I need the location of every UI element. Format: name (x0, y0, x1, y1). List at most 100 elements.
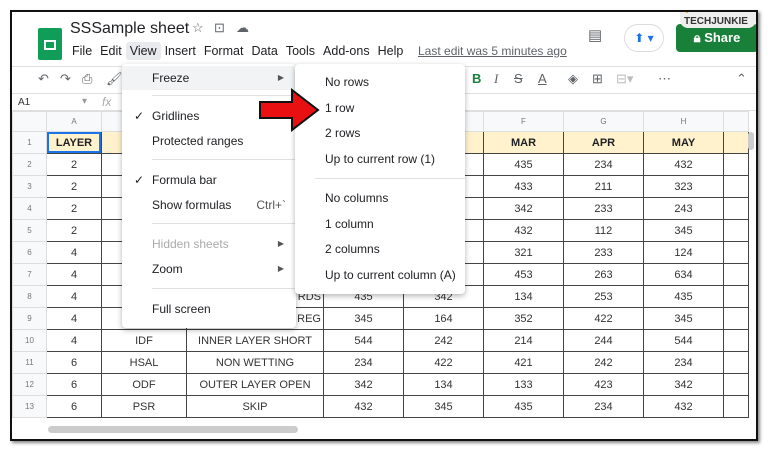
fill-color-icon[interactable]: ◈ (568, 71, 578, 87)
name-box-dropdown-icon[interactable]: ▾ (82, 96, 87, 107)
last-edit-link[interactable]: Last edit was 5 minutes ago (418, 44, 567, 58)
cell[interactable]: ODF (101, 373, 187, 396)
cell[interactable]: 214 (483, 329, 564, 352)
cell[interactable]: 432 (643, 395, 724, 418)
cell[interactable]: INNER LAYER SHORT (186, 329, 324, 352)
cell[interactable]: 433 (483, 175, 564, 198)
freeze-no-columns[interactable]: No columns (295, 186, 465, 210)
bold-icon[interactable]: B (472, 71, 481, 86)
borders-icon[interactable]: ⊞ (592, 71, 603, 87)
present-button[interactable]: ⬆ ▾ (624, 24, 664, 52)
cell[interactable]: 432 (643, 153, 724, 176)
horizontal-scrollbar[interactable] (48, 426, 298, 433)
row-header[interactable]: 1 (12, 131, 47, 154)
freeze-up-to-current-row[interactable]: Up to current row (1) (295, 147, 465, 171)
cell[interactable]: 634 (643, 263, 724, 286)
cell[interactable]: 6 (46, 395, 102, 418)
cell[interactable]: 4 (46, 307, 102, 330)
name-box[interactable]: A1 (18, 97, 30, 108)
cell[interactable]: 6 (46, 351, 102, 374)
vertical-scrollbar[interactable] (748, 132, 754, 150)
cell[interactable]: 234 (643, 351, 724, 374)
cell[interactable] (723, 285, 749, 308)
cell[interactable]: 242 (563, 351, 644, 374)
menu-format[interactable]: Format (200, 42, 248, 60)
sheets-logo-icon[interactable] (38, 28, 62, 60)
menu-item-formula-bar[interactable]: ✓ Formula bar (122, 168, 296, 192)
cell[interactable]: 164 (403, 307, 484, 330)
move-folder-icon[interactable]: ⊡ (214, 20, 225, 36)
row-header[interactable]: 4 (12, 197, 47, 220)
cell[interactable] (723, 197, 749, 220)
row-header[interactable]: 9 (12, 307, 47, 330)
star-icon[interactable]: ☆ (192, 20, 204, 36)
menu-view[interactable]: View (125, 42, 161, 60)
menu-item-zoom[interactable]: Zoom ▶ (122, 257, 296, 281)
cell[interactable]: 211 (563, 175, 644, 198)
cell[interactable]: APR (563, 131, 644, 154)
col-header[interactable]: G (563, 111, 644, 132)
row-header[interactable]: 13 (12, 395, 47, 418)
cell[interactable] (723, 219, 749, 242)
row-header[interactable]: 11 (12, 351, 47, 374)
cell[interactable]: 242 (403, 329, 484, 352)
cell[interactable]: IDF (101, 329, 187, 352)
cell[interactable] (723, 329, 749, 352)
redo-icon[interactable]: ↷ (60, 71, 71, 87)
cell[interactable]: 422 (403, 351, 484, 374)
cell[interactable]: 544 (643, 329, 724, 352)
cell[interactable]: 2 (46, 175, 102, 198)
menu-addons[interactable]: Add-ons (319, 42, 374, 60)
cell[interactable]: 435 (643, 285, 724, 308)
cell[interactable]: 234 (563, 395, 644, 418)
cell[interactable]: 342 (643, 373, 724, 396)
freeze-up-to-current-column[interactable]: Up to current column (A) (295, 263, 465, 287)
cell[interactable]: PSR (101, 395, 187, 418)
text-color-icon[interactable]: A (538, 71, 547, 86)
cell[interactable]: 263 (563, 263, 644, 286)
more-icon[interactable]: ⋯ (658, 71, 671, 87)
cell[interactable]: OUTER LAYER OPEN (186, 373, 324, 396)
row-header[interactable]: 6 (12, 241, 47, 264)
cell[interactable]: MAY (643, 131, 724, 154)
cell[interactable]: 4 (46, 329, 102, 352)
cell[interactable]: 124 (643, 241, 724, 264)
share-button[interactable]: 🔒︎ Share (676, 24, 756, 52)
menu-insert[interactable]: Insert (161, 42, 200, 60)
cell[interactable]: 233 (563, 241, 644, 264)
cell[interactable]: 345 (323, 307, 404, 330)
cell[interactable]: SKIP (186, 395, 324, 418)
cell[interactable]: 234 (323, 351, 404, 374)
cell[interactable]: 4 (46, 241, 102, 264)
cell[interactable]: 342 (323, 373, 404, 396)
cell[interactable]: 345 (643, 219, 724, 242)
cell[interactable]: 421 (483, 351, 564, 374)
comment-history-icon[interactable]: ▤ (588, 26, 602, 44)
menu-item-protected-ranges[interactable]: Protected ranges (122, 129, 296, 153)
cell[interactable]: 2 (46, 219, 102, 242)
italic-icon[interactable]: I (494, 71, 498, 87)
menu-item-full-screen[interactable]: Full screen (122, 297, 296, 321)
cell[interactable]: 352 (483, 307, 564, 330)
undo-icon[interactable]: ↶ (38, 71, 49, 87)
cell[interactable] (723, 175, 749, 198)
cell[interactable]: 4 (46, 263, 102, 286)
cell[interactable] (723, 241, 749, 264)
cell[interactable]: HSAL (101, 351, 187, 374)
col-header[interactable]: H (643, 111, 724, 132)
cell[interactable]: 432 (483, 219, 564, 242)
cell[interactable]: 253 (563, 285, 644, 308)
strikethrough-icon[interactable]: S (514, 71, 523, 86)
menu-edit[interactable]: Edit (96, 42, 126, 60)
row-header[interactable]: 8 (12, 285, 47, 308)
cell[interactable]: LAYER (46, 131, 102, 154)
cell[interactable]: 112 (563, 219, 644, 242)
cell[interactable]: 544 (323, 329, 404, 352)
cell[interactable]: 134 (403, 373, 484, 396)
row-header[interactable]: 5 (12, 219, 47, 242)
cell[interactable]: 2 (46, 197, 102, 220)
cell[interactable]: 435 (483, 395, 564, 418)
print-icon[interactable]: ⎙ (82, 71, 92, 87)
cell[interactable] (723, 307, 749, 330)
cell[interactable]: 432 (323, 395, 404, 418)
